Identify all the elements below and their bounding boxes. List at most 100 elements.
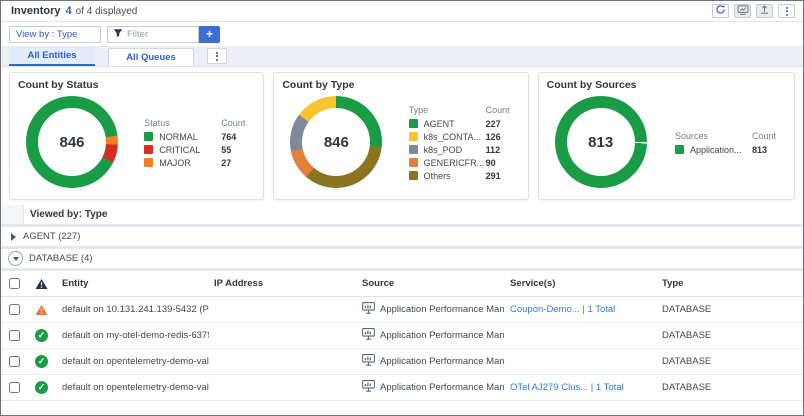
source-name: Application Performance Management — [380, 330, 505, 341]
table-header: Entity IP Address Source Service(s) Type — [1, 271, 803, 297]
table-row[interactable]: default on opentelemetry-demo-valkey-63.… — [1, 375, 803, 401]
legend-label: k8s_CONTA... — [424, 132, 486, 142]
entity-name[interactable]: default on my-otel-demo-redis-6379 (Redi… — [57, 330, 209, 341]
tab-all-queues[interactable]: All Queues — [108, 48, 194, 66]
group-row-agent[interactable]: AGENT (227) — [1, 227, 803, 249]
legend-item[interactable]: k8s_CONTA... 126 — [409, 130, 510, 143]
entity-name[interactable]: default on 10.131.241.139-5432 (Postgres… — [57, 304, 209, 315]
legend-item[interactable]: CRITICAL 55 — [144, 143, 245, 156]
type-legend: Type Count AGENT 227 k8s_CONTA... 126 — [409, 102, 510, 182]
refresh-button[interactable] — [712, 4, 729, 18]
legend-label: Application... — [690, 145, 752, 155]
toolbar: View by : Type + — [1, 22, 803, 46]
legend-header-label: Sources — [675, 131, 752, 141]
table-row[interactable]: default on 10.131.241.139-5432 (Postgres… — [1, 297, 803, 323]
legend-item[interactable]: AGENT 227 — [409, 117, 510, 130]
entity-name[interactable]: default on opentelemetry-demo-valkey-63.… — [57, 382, 209, 393]
export-button[interactable] — [756, 4, 773, 18]
legend-swatch — [144, 132, 153, 141]
tab-all-entities[interactable]: All Entities — [9, 46, 95, 66]
legend-item[interactable]: NORMAL 764 — [144, 130, 245, 143]
add-filter-button[interactable]: + — [199, 26, 220, 43]
row-checkbox[interactable] — [9, 356, 20, 367]
ok-icon — [35, 329, 48, 342]
upload-icon — [759, 2, 770, 20]
legend-label: k8s_POD — [424, 145, 486, 155]
view-by-dropdown[interactable]: View by : Type — [9, 26, 101, 43]
legend-swatch — [675, 145, 684, 154]
filter-input[interactable] — [127, 29, 193, 40]
row-checkbox[interactable] — [9, 330, 20, 341]
col-type[interactable]: Type — [657, 278, 803, 289]
legend-header-count: Count — [752, 131, 776, 141]
donut-center-total: 813 — [567, 108, 635, 176]
legend-label: MAJOR — [159, 158, 221, 168]
screen-view-button[interactable] — [734, 4, 751, 18]
col-services[interactable]: Service(s) — [505, 278, 657, 289]
source-cell: Application Performance Management — [357, 328, 505, 343]
card-count-by-sources: Count by Sources 813 Sources Count Appli… — [538, 72, 795, 200]
kebab-icon — [786, 7, 788, 16]
legend-swatch — [409, 119, 418, 128]
header-actions — [712, 4, 795, 18]
services-link[interactable]: OTel AJ279 Clus... | 1 Total — [510, 382, 624, 393]
collapse-button[interactable] — [8, 251, 23, 266]
caret-right-icon[interactable] — [11, 233, 16, 241]
legend-item[interactable]: k8s_POD 112 — [409, 143, 510, 156]
page-title: Inventory — [11, 5, 61, 17]
source-cell: Application Performance Management — [357, 302, 505, 317]
apm-icon — [362, 354, 375, 369]
apm-icon — [362, 380, 375, 395]
legend-label: NORMAL — [159, 132, 221, 142]
status-legend: Status Count NORMAL 764 CRITICAL 55 — [144, 115, 245, 169]
header-bar: Inventory 4 of 4 displayed — [1, 1, 803, 22]
legend-count: 764 — [221, 132, 245, 142]
legend-header-count: Count — [486, 105, 510, 115]
legend-item[interactable]: MAJOR 27 — [144, 156, 245, 169]
donut-center-total: 846 — [302, 108, 370, 176]
group-row-database[interactable]: DATABASE (4) — [1, 249, 803, 271]
viewed-by-label: Viewed by: Type — [30, 209, 107, 220]
summary-cards: Count by Status 846 Status Count NORMAL … — [1, 67, 803, 205]
tab-strip: All Entities All Queues — [1, 46, 803, 67]
source-name: Application Performance Management — [380, 382, 505, 393]
card-count-by-status: Count by Status 846 Status Count NORMAL … — [9, 72, 264, 200]
legend-count: 227 — [486, 119, 510, 129]
table-row[interactable]: default on my-otel-demo-redis-6379 (Redi… — [1, 323, 803, 349]
col-entity[interactable]: Entity — [57, 278, 209, 289]
legend-label: AGENT — [424, 119, 486, 129]
legend-item[interactable]: Others 291 — [409, 169, 510, 182]
ok-icon — [35, 355, 48, 368]
sources-donut-chart[interactable]: 813 — [555, 96, 647, 188]
legend-swatch — [144, 158, 153, 167]
sources-legend: Sources Count Application... 813 — [675, 128, 776, 156]
row-checkbox[interactable] — [9, 382, 20, 393]
table-empty-space — [1, 401, 803, 415]
legend-count: 112 — [486, 145, 510, 155]
row-checkbox[interactable] — [9, 304, 20, 315]
legend-label: Others — [424, 171, 486, 181]
legend-swatch — [409, 158, 418, 167]
col-ip-address[interactable]: IP Address — [209, 278, 357, 289]
header-menu-button[interactable] — [778, 4, 795, 18]
col-source[interactable]: Source — [357, 278, 505, 289]
tab-overflow-button[interactable] — [207, 48, 227, 64]
table-row[interactable]: default on opentelemetry-demo-valkey-63.… — [1, 349, 803, 375]
legend-count: 126 — [486, 132, 510, 142]
legend-item[interactable]: GENERICFR... 90 — [409, 156, 510, 169]
entity-name[interactable]: default on opentelemetry-demo-valkey-63.… — [57, 356, 209, 367]
legend-item[interactable]: Application... 813 — [675, 143, 776, 156]
expander-column-header — [1, 205, 24, 224]
card-title: Count by Type — [282, 79, 519, 91]
legend-count: 55 — [221, 145, 245, 155]
legend-header-label: Status — [144, 118, 221, 128]
donut-center-total: 846 — [38, 108, 106, 176]
legend-header-label: Type — [409, 105, 486, 115]
select-all-checkbox[interactable] — [9, 278, 20, 289]
legend-swatch — [409, 145, 418, 154]
status-donut-chart[interactable]: 846 — [26, 96, 118, 188]
legend-swatch — [409, 132, 418, 141]
refresh-icon — [715, 2, 726, 20]
services-link[interactable]: Coupon-Demo... | 1 Total — [510, 304, 615, 315]
type-donut-chart[interactable]: 846 — [290, 96, 382, 188]
